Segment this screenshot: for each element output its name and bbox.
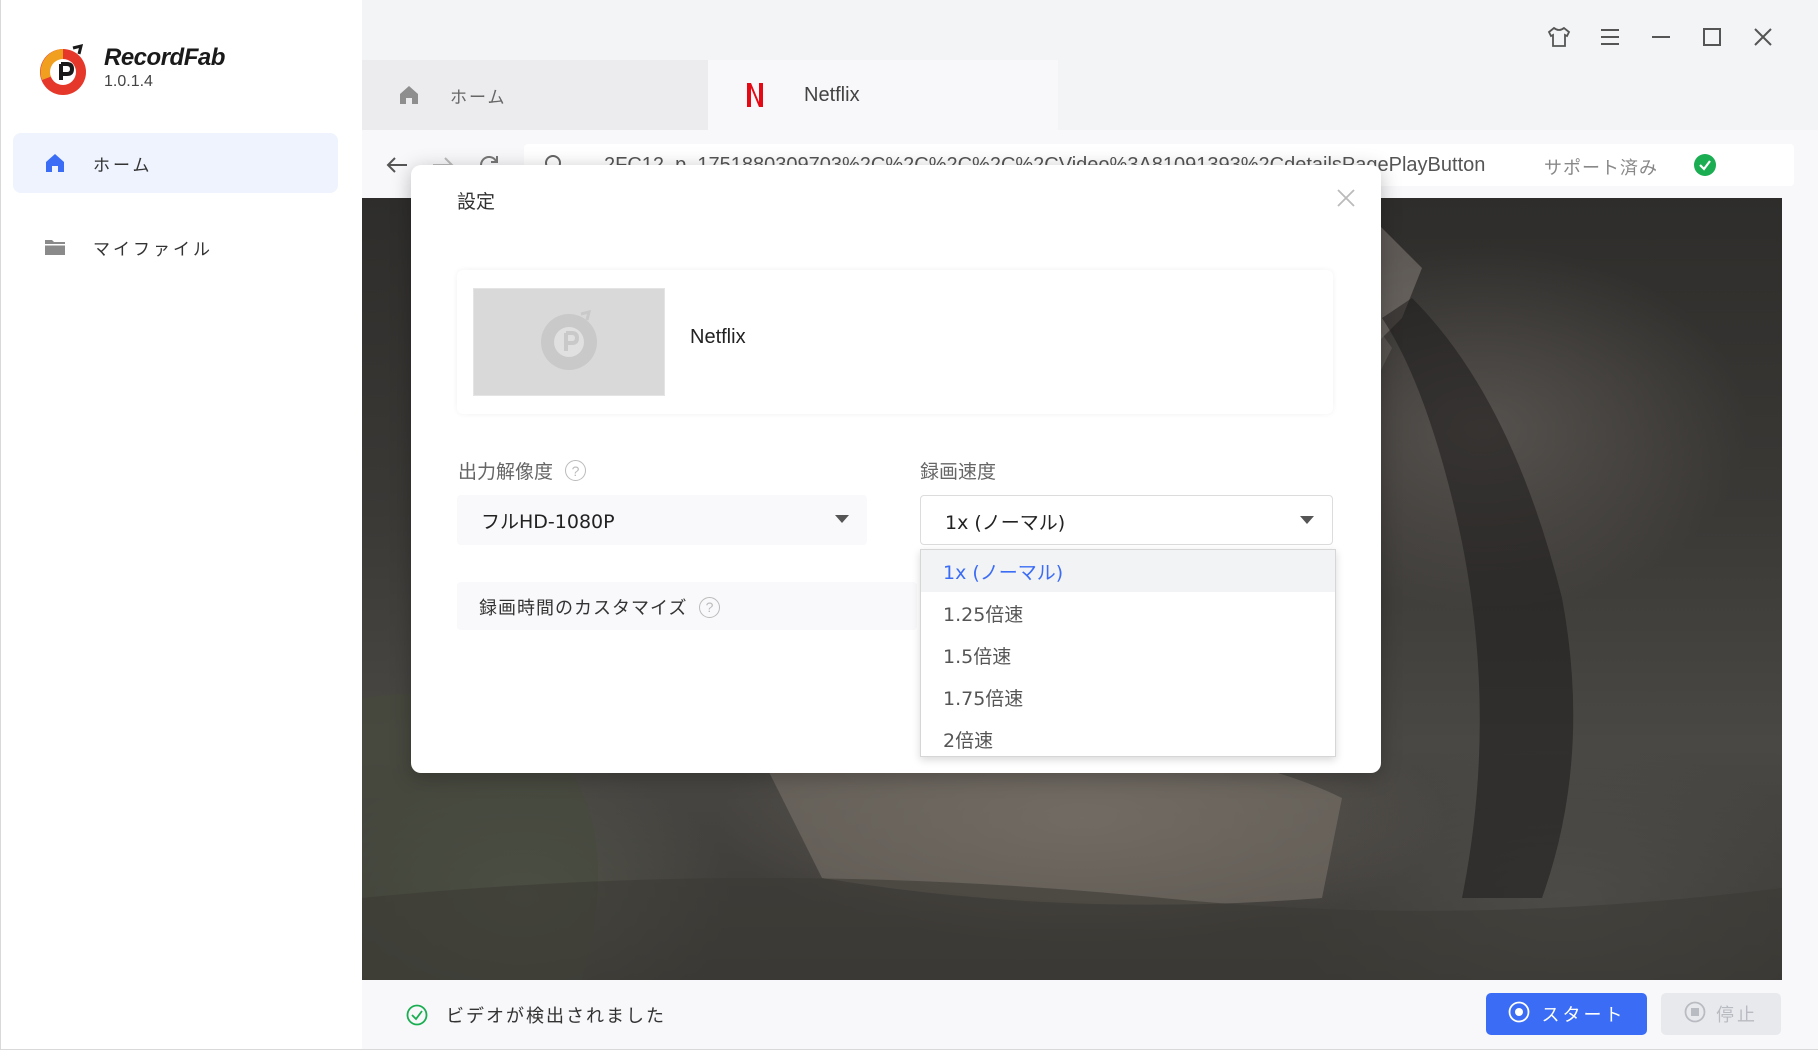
window-controls: [1533, 22, 1788, 52]
media-card: Netflix: [457, 270, 1333, 414]
custom-recording-time[interactable]: 録画時間のカスタマイズ ?: [457, 582, 917, 630]
start-button-label: スタート: [1541, 1005, 1626, 1026]
support-status-text: サポート済み: [1544, 158, 1658, 179]
folder-icon: [43, 235, 67, 259]
resolution-select-value: フルHD-1080P: [481, 511, 615, 533]
speed-select[interactable]: 1x (ノーマル): [920, 495, 1333, 545]
home-icon: [43, 151, 67, 175]
check-circle-icon: [1694, 154, 1716, 176]
menu-icon[interactable]: [1584, 22, 1635, 52]
resolution-label-text: 出力解像度: [458, 461, 554, 483]
speed-label-text: 録画速度: [920, 461, 997, 483]
speed-option[interactable]: 1x (ノーマル): [921, 550, 1335, 592]
tab-netflix[interactable]: Netflix: [708, 60, 1058, 130]
tab-bar: ホーム Netflix: [362, 60, 1818, 130]
netflix-logo-icon: [742, 82, 768, 108]
help-icon[interactable]: ?: [699, 596, 721, 618]
resolution-label: 出力解像度 ?: [458, 457, 587, 484]
dialog-title: 設定: [457, 191, 496, 213]
stop-button[interactable]: 停止: [1661, 993, 1781, 1035]
recordfab-logo: [37, 42, 93, 98]
app-name: RecordFab: [104, 44, 225, 71]
bottom-bar: ビデオが検出されました スタート 停止: [362, 980, 1818, 1050]
speed-option[interactable]: 1.25倍速: [921, 592, 1335, 634]
speed-option[interactable]: 2倍速: [921, 718, 1335, 760]
close-icon[interactable]: [1737, 22, 1788, 52]
media-thumbnail: [473, 288, 665, 396]
speed-option[interactable]: 1.75倍速: [921, 676, 1335, 718]
home-icon: [396, 82, 422, 108]
chevron-down-icon: [835, 515, 849, 523]
speed-select-value: 1x (ノーマル): [945, 512, 1066, 534]
start-button[interactable]: スタート: [1486, 993, 1647, 1035]
sidebar: RecordFab 1.0.1.4 ホーム マイファイル: [0, 0, 362, 1050]
maximize-icon[interactable]: [1686, 22, 1737, 52]
speed-label: 録画速度: [920, 457, 996, 484]
speed-option[interactable]: 1.5倍速: [921, 634, 1335, 676]
sidebar-item-home[interactable]: ホーム: [13, 133, 338, 193]
speed-dropdown-list: 1x (ノーマル) 1.25倍速 1.5倍速 1.75倍速 2倍速: [920, 549, 1336, 757]
recordfab-placeholder-icon: [537, 308, 601, 376]
resolution-select[interactable]: フルHD-1080P: [457, 495, 867, 545]
sidebar-item-label: マイファイル: [93, 239, 213, 260]
record-icon: [1508, 1001, 1530, 1027]
app-version: 1.0.1.4: [104, 73, 153, 90]
check-circle-outline-icon: [406, 1004, 428, 1026]
help-icon[interactable]: ?: [565, 460, 587, 481]
tab-home[interactable]: ホーム: [362, 60, 708, 130]
close-icon[interactable]: [1333, 185, 1359, 211]
media-title: Netflix: [690, 326, 746, 348]
stop-button-label: 停止: [1716, 1005, 1758, 1026]
back-arrow-icon[interactable]: [382, 150, 412, 180]
custom-time-label-wrap: 録画時間のカスタマイズ ?: [479, 594, 721, 620]
chevron-down-icon: [1300, 516, 1314, 524]
video-detected-status: ビデオが検出されました: [446, 1006, 666, 1027]
sidebar-item-label: ホーム: [93, 155, 153, 176]
tab-label: ホーム: [450, 87, 507, 108]
video-right-edge: [1782, 198, 1818, 980]
custom-time-label: 録画時間のカスタマイズ: [479, 598, 688, 619]
minimize-icon[interactable]: [1635, 22, 1686, 52]
sidebar-item-my-files[interactable]: マイファイル: [13, 217, 338, 277]
tab-label: Netflix: [804, 83, 860, 106]
stop-icon: [1684, 1001, 1706, 1027]
shirt-theme-icon[interactable]: [1533, 22, 1584, 52]
